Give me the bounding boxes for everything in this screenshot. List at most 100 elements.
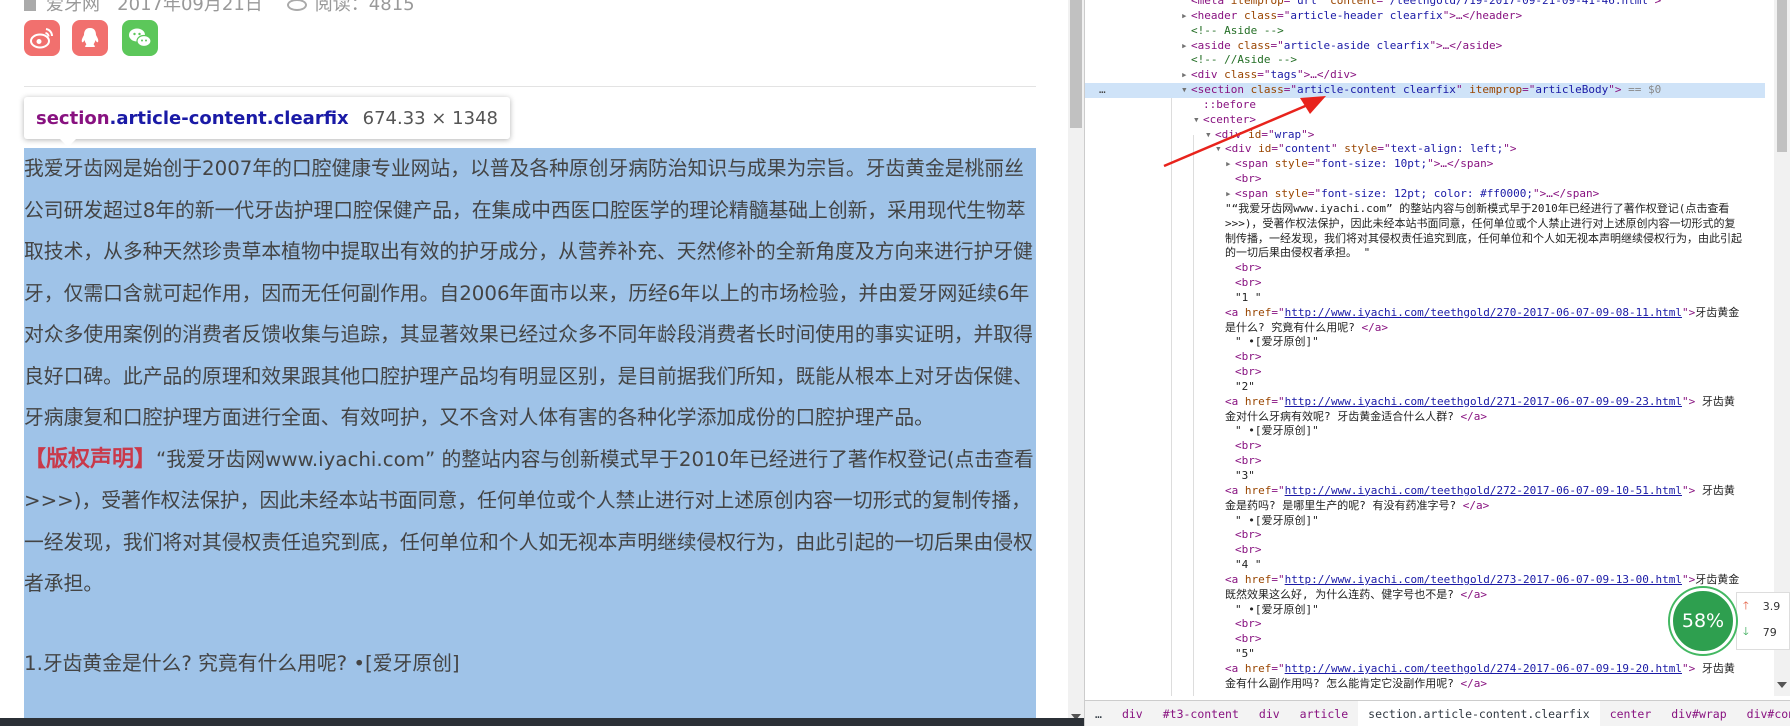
dom-node[interactable]: ▸ <div class="tags">…</div>: [1085, 68, 1765, 83]
weibo-icon: [30, 28, 54, 49]
dom-node[interactable]: <br>: [1085, 439, 1765, 454]
upload-value: 3.9: [1762, 599, 1781, 613]
dom-token: <span: [1235, 186, 1275, 200]
dom-node[interactable]: " •[爱牙原创]": [1085, 603, 1765, 618]
dom-token: ">…</div>: [1297, 68, 1357, 82]
speed-widget-ball[interactable]: 58%: [1670, 588, 1736, 654]
copyright-body[interactable]: “我爱牙齿网www.iyachi.com” 的整站内容与创新模式早于2010年已…: [24, 448, 1034, 596]
dom-node[interactable]: <a href="http://www.iyachi.com/teethgold…: [1085, 484, 1765, 514]
dom-node[interactable]: "2": [1085, 380, 1765, 395]
qq-share-button[interactable]: [72, 20, 108, 56]
breadcrumb-item[interactable]: div#content: [1737, 701, 1790, 726]
dom-node[interactable]: <a href="http://www.iyachi.com/teethgold…: [1085, 573, 1765, 603]
breadcrumb-item[interactable]: …: [1085, 701, 1112, 726]
dom-node[interactable]: <meta itemprop="url" content="/teethgold…: [1085, 0, 1765, 9]
dom-token: tags: [1270, 68, 1298, 82]
dom-token: </a>: [1460, 409, 1488, 423]
dom-token: "5": [1235, 647, 1255, 661]
dom-token: <!-- //Aside -->: [1191, 53, 1297, 67]
dom-token: ">: [1681, 394, 1696, 408]
breadcrumb-item[interactable]: div: [1112, 701, 1153, 726]
dom-node[interactable]: <!-- //Aside -->: [1085, 53, 1765, 68]
dom-node[interactable]: "5": [1085, 647, 1765, 662]
dom-node[interactable]: "3": [1085, 469, 1765, 484]
dom-token: <center>: [1203, 112, 1256, 126]
breadcrumb-item[interactable]: #t3-content: [1153, 701, 1249, 726]
dom-token: =": [1377, 142, 1391, 156]
dom-node[interactable]: " •[爱牙原创]": [1085, 335, 1765, 350]
dom-node[interactable]: "“我爱牙齿网www.iyachi.com” 的整站内容与创新模式早于2010年…: [1085, 202, 1765, 261]
dom-node[interactable]: ▸ <span style="font-size: 12pt; color: #f…: [1085, 187, 1765, 202]
node-menu-dots[interactable]: …: [1099, 83, 1106, 98]
taskbar-strip: [0, 718, 1084, 726]
dom-token: style: [1274, 157, 1308, 171]
dom-node[interactable]: ▸ <header class="article-header clearfix"…: [1085, 9, 1765, 24]
dom-node[interactable]: ▾ <div id="wrap">: [1085, 128, 1765, 143]
dom-token: href: [1244, 394, 1272, 408]
dom-node[interactable]: <br>: [1085, 543, 1765, 558]
dom-token: ">…</span>: [1427, 157, 1494, 171]
expanded-triangle-icon[interactable]: ▾: [1205, 128, 1215, 143]
collapsed-triangle-icon[interactable]: ▸: [1181, 9, 1191, 24]
dom-token: ": [1455, 83, 1470, 97]
breadcrumb-item[interactable]: div: [1249, 701, 1290, 726]
breadcrumb-item[interactable]: center: [1600, 701, 1662, 726]
dom-node[interactable]: <br>: [1085, 276, 1765, 291]
dom-node[interactable]: <br>: [1085, 365, 1765, 380]
dom-href-link[interactable]: http://www.iyachi.com/teethgold/273-2017…: [1285, 573, 1682, 586]
dom-token: class: [1250, 83, 1284, 97]
collapsed-triangle-icon[interactable]: ▸: [1225, 187, 1235, 202]
expanded-triangle-icon[interactable]: ▾: [1193, 113, 1203, 128]
dom-node[interactable]: <a href="http://www.iyachi.com/teethgold…: [1085, 662, 1765, 692]
dom-node[interactable]: ▸ <aside class="article-aside clearfix">……: [1085, 39, 1765, 54]
page-scrollbar[interactable]: [1068, 0, 1084, 726]
dom-node[interactable]: "1 ": [1085, 291, 1765, 306]
collapsed-triangle-icon[interactable]: ▸: [1181, 39, 1191, 54]
dom-node[interactable]: <br>: [1085, 528, 1765, 543]
dom-node[interactable]: ▾ <div id="content" style="text-align: le…: [1085, 142, 1765, 157]
dom-node[interactable]: ▾ <center>: [1085, 113, 1765, 128]
meta-site[interactable]: 爱牙网: [46, 0, 100, 15]
collapsed-triangle-icon[interactable]: ▸: [1181, 68, 1191, 83]
scroll-down-arrow-icon[interactable]: [1777, 682, 1787, 688]
dom-token: <br>: [1235, 617, 1262, 631]
devtools-scroll-thumb[interactable]: [1777, 0, 1787, 152]
wechat-share-button[interactable]: [122, 20, 158, 56]
dom-node[interactable]: " •[爱牙原创]": [1085, 424, 1765, 439]
collapsed-triangle-icon[interactable]: ▸: [1225, 157, 1235, 172]
dom-node-selected[interactable]: … ▾ <section class="article-content clearf…: [1085, 83, 1765, 98]
dom-node[interactable]: <a href="http://www.iyachi.com/teethgold…: [1085, 306, 1765, 336]
dom-node[interactable]: ::before: [1085, 98, 1765, 113]
breadcrumb-item[interactable]: div#wrap: [1661, 701, 1736, 726]
dom-node[interactable]: <br>: [1085, 261, 1765, 276]
dom-token: article-header clearfix: [1290, 8, 1443, 22]
dom-token: =": [1307, 157, 1322, 171]
article-list-item[interactable]: 1.牙齿黄金是什么? 究竟有什么用呢? •[爱牙原创]: [24, 643, 1036, 685]
dom-node[interactable]: <a href="http://www.iyachi.com/teethgold…: [1085, 395, 1765, 425]
dom-href-link[interactable]: http://www.iyachi.com/teethgold/272-2017…: [1285, 484, 1682, 497]
dom-href-link[interactable]: http://www.iyachi.com/teethgold/270-2017…: [1285, 306, 1682, 319]
dom-node[interactable]: <br>: [1085, 632, 1765, 647]
dom-node[interactable]: <br>: [1085, 350, 1765, 365]
dom-tree[interactable]: <meta itemprop="url" content="/teethgold…: [1085, 0, 1765, 692]
expanded-triangle-icon[interactable]: ▾: [1181, 83, 1191, 98]
dom-node[interactable]: "4 ": [1085, 558, 1765, 573]
dom-node[interactable]: <!-- Aside -->: [1085, 24, 1765, 39]
dom-node[interactable]: <br>: [1085, 172, 1765, 187]
dom-token: ">: [1681, 661, 1696, 675]
breadcrumb-item[interactable]: section.article-content.clearfix: [1358, 701, 1600, 726]
expanded-triangle-icon[interactable]: ▾: [1215, 142, 1225, 157]
dom-href-link[interactable]: http://www.iyachi.com/teethgold/274-2017…: [1285, 662, 1682, 675]
dom-href-link[interactable]: http://www.iyachi.com/teethgold/271-2017…: [1285, 395, 1682, 408]
dom-token: content: [1330, 0, 1377, 7]
page-scroll-thumb[interactable]: [1070, 0, 1082, 128]
weibo-share-button[interactable]: [24, 20, 60, 56]
breadcrumb-item[interactable]: article: [1290, 701, 1358, 726]
dom-token: ">…</header>: [1442, 8, 1523, 22]
dom-node[interactable]: <br>: [1085, 454, 1765, 469]
dom-node[interactable]: <br>: [1085, 617, 1765, 632]
dom-node[interactable]: " •[爱牙原创]": [1085, 514, 1765, 529]
dom-token: =": [1283, 0, 1297, 7]
dom-node[interactable]: ▸ <span style="font-size: 10pt;">…</span>: [1085, 157, 1765, 172]
